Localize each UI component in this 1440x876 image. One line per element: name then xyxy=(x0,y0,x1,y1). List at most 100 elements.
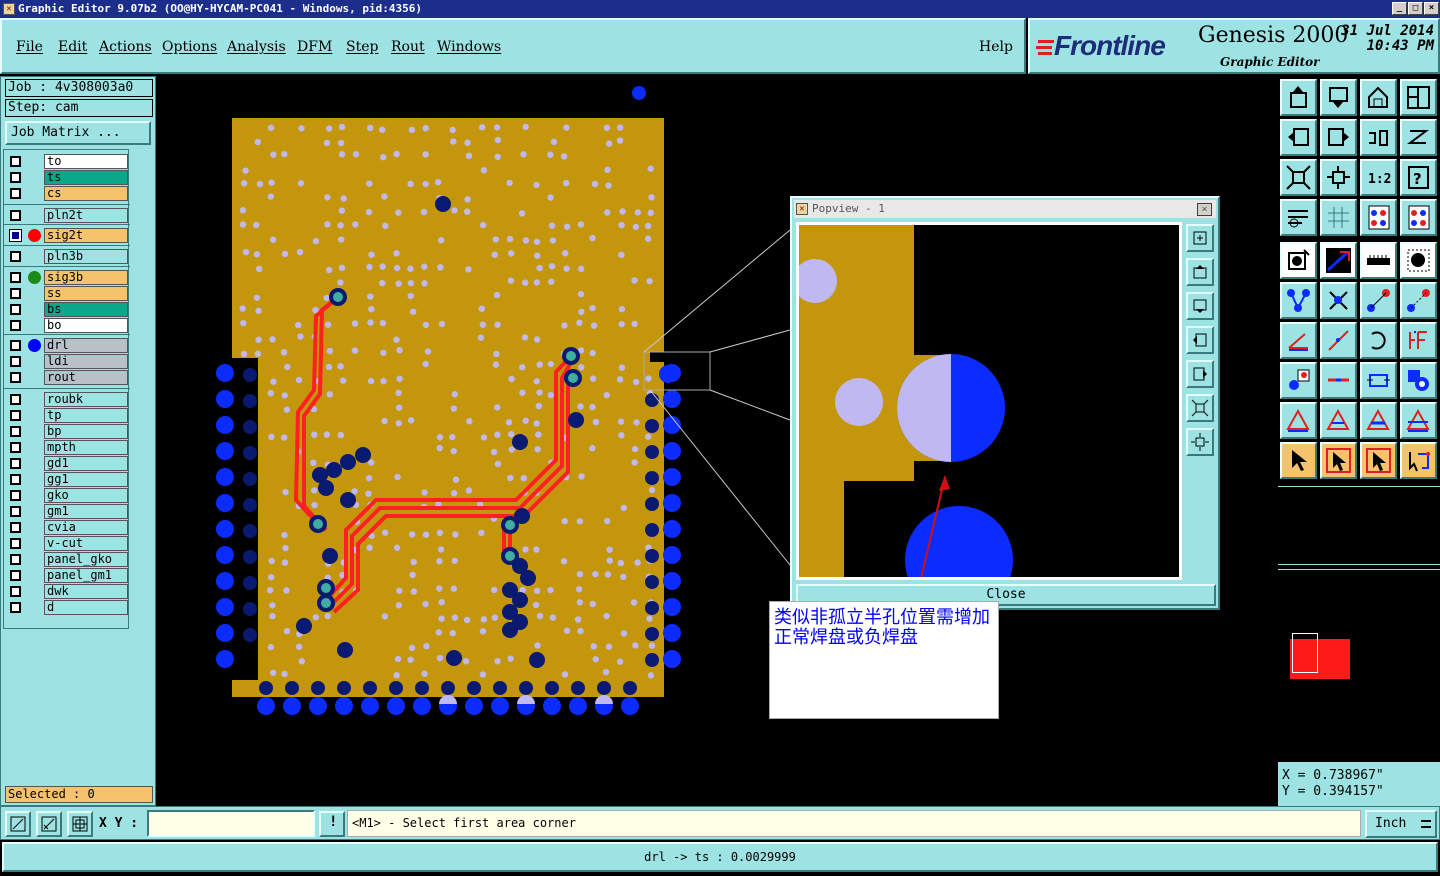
layer-checkbox[interactable] xyxy=(10,474,21,485)
layer-name[interactable]: to xyxy=(44,154,128,169)
undo-view-icon[interactable] xyxy=(1360,119,1397,156)
menu-dfm[interactable]: DFM xyxy=(297,39,332,55)
pointer-select-icon[interactable] xyxy=(1320,442,1357,479)
angle-icon[interactable] xyxy=(1280,322,1317,359)
layer-name[interactable]: sig3b xyxy=(44,270,128,285)
layer-row-tp[interactable]: tp xyxy=(8,408,128,423)
layer-row-ldi[interactable]: ldi xyxy=(8,354,128,369)
layer-checkbox[interactable] xyxy=(10,522,21,533)
popview-pan-left-button[interactable] xyxy=(1186,326,1214,354)
pan-left-icon[interactable] xyxy=(1280,119,1317,156)
layer-name[interactable]: ss xyxy=(44,286,128,301)
pointer-box-icon[interactable] xyxy=(1360,442,1397,479)
maximize-button[interactable]: □ xyxy=(1408,2,1423,15)
layer-row-cvia[interactable]: cvia xyxy=(8,520,128,535)
zoom-in-icon[interactable] xyxy=(1320,79,1357,116)
cross-icon[interactable] xyxy=(1320,282,1357,319)
layer-row-gko[interactable]: gko xyxy=(8,488,128,503)
layer-row-d[interactable]: d xyxy=(8,600,128,615)
slash-icon[interactable] xyxy=(1320,322,1357,359)
layer-checkbox[interactable] xyxy=(10,458,21,469)
popview-center-button[interactable] xyxy=(1186,428,1214,456)
measure-icon[interactable] xyxy=(1360,242,1397,279)
layer-name[interactable]: gg1 xyxy=(44,472,128,487)
zoom-home-icon[interactable] xyxy=(1280,79,1317,116)
menu-help[interactable]: Help xyxy=(979,39,1013,55)
center-icon[interactable] xyxy=(1320,159,1357,196)
layer-checkbox[interactable] xyxy=(10,394,21,405)
units-selector[interactable]: Inch xyxy=(1365,810,1437,838)
layer-checkbox[interactable] xyxy=(10,602,21,613)
popview-pan-right-button[interactable] xyxy=(1186,360,1214,388)
popview-fit-button[interactable] xyxy=(1186,394,1214,422)
minus-icon[interactable] xyxy=(1320,362,1357,399)
layer-color-dot[interactable] xyxy=(28,339,41,352)
route-icon[interactable] xyxy=(1400,442,1437,479)
layer-name[interactable]: gd1 xyxy=(44,456,128,471)
layer-name[interactable]: drl xyxy=(44,338,128,353)
layer-checkbox[interactable] xyxy=(10,538,21,549)
triangle-a2-icon[interactable] xyxy=(1360,402,1397,439)
layer-row-bo[interactable]: bo xyxy=(8,318,128,333)
layer-checkbox[interactable] xyxy=(10,506,21,517)
layer-name[interactable]: cvia xyxy=(44,520,128,535)
layer-row-bs[interactable]: bs xyxy=(8,302,128,317)
triangle-a-icon[interactable] xyxy=(1320,402,1357,439)
popview-close-x[interactable]: × xyxy=(1197,203,1212,216)
window-close-button[interactable]: × xyxy=(1424,2,1439,15)
triangle-icon[interactable] xyxy=(1280,402,1317,439)
redraw-icon[interactable] xyxy=(1400,119,1437,156)
measure-mode-icon[interactable] xyxy=(36,811,62,837)
layer-row-pln2t[interactable]: pln2t xyxy=(8,208,128,223)
layer-checkbox[interactable] xyxy=(10,554,21,565)
fit-screen-icon[interactable] xyxy=(1280,159,1317,196)
triangle-a3-icon[interactable] xyxy=(1400,402,1437,439)
layer-row-to[interactable]: to xyxy=(8,154,128,169)
layer-row-rout[interactable]: rout xyxy=(8,370,128,385)
layer-name[interactable]: cs xyxy=(44,186,128,201)
grid-snap-icon[interactable] xyxy=(67,811,93,837)
layer-row-dwk[interactable]: dwk xyxy=(8,584,128,599)
layer-checkbox[interactable] xyxy=(10,172,21,183)
layer-row-gm1[interactable]: gm1 xyxy=(8,504,128,519)
job-matrix-button[interactable]: Job Matrix ... xyxy=(5,121,151,145)
feature-pad-icon[interactable] xyxy=(1280,362,1317,399)
layer-checkbox[interactable] xyxy=(10,272,21,283)
layer-row-sig3b[interactable]: sig3b xyxy=(8,270,128,285)
menu-analysis[interactable]: Analysis xyxy=(227,39,286,55)
xy-input[interactable] xyxy=(147,810,315,837)
layer-checkbox[interactable] xyxy=(10,356,21,367)
popview-pan-up-button[interactable] xyxy=(1186,258,1214,286)
layer-name[interactable]: ldi xyxy=(44,354,128,369)
snap-mode-icon[interactable] xyxy=(5,811,31,837)
layer-name[interactable]: pln3b xyxy=(44,249,128,264)
layer-row-ss[interactable]: ss xyxy=(8,286,128,301)
menu-actions[interactable]: Actions xyxy=(99,39,152,55)
layer-name[interactable]: pln2t xyxy=(44,208,128,223)
move-icon[interactable] xyxy=(1400,282,1437,319)
polygon-icon[interactable] xyxy=(1400,362,1437,399)
layer-checkbox[interactable] xyxy=(10,410,21,421)
menu-options[interactable]: Options xyxy=(162,39,217,55)
layer-name[interactable]: sig2t xyxy=(44,228,128,243)
connect-icon[interactable] xyxy=(1280,282,1317,319)
layer-name[interactable]: mpth xyxy=(44,440,128,455)
layer-name[interactable]: roubk xyxy=(44,392,128,407)
layer-name[interactable]: d xyxy=(44,600,128,615)
layer-name[interactable]: bp xyxy=(44,424,128,439)
menu-rout[interactable]: Rout xyxy=(391,39,425,55)
split-view-icon[interactable] xyxy=(1400,79,1437,116)
overview-viewport[interactable] xyxy=(1292,633,1318,673)
popview-zoom-in-button[interactable] xyxy=(1186,224,1214,252)
mirror-icon[interactable] xyxy=(1400,322,1437,359)
layer-row-drl[interactable]: drl xyxy=(8,338,128,353)
menu-step[interactable]: Step xyxy=(346,39,378,55)
mini-overview[interactable] xyxy=(1278,564,1440,754)
menu-file[interactable]: File xyxy=(16,39,43,55)
layer-row-panel_gm1[interactable]: panel_gm1 xyxy=(8,568,128,583)
layer-name[interactable]: panel_gm1 xyxy=(44,568,128,583)
layer-checkbox[interactable] xyxy=(10,372,21,383)
layer-row-v-cut[interactable]: v-cut xyxy=(8,536,128,551)
arc-icon[interactable] xyxy=(1360,322,1397,359)
add-pad-icon[interactable] xyxy=(1280,242,1317,279)
